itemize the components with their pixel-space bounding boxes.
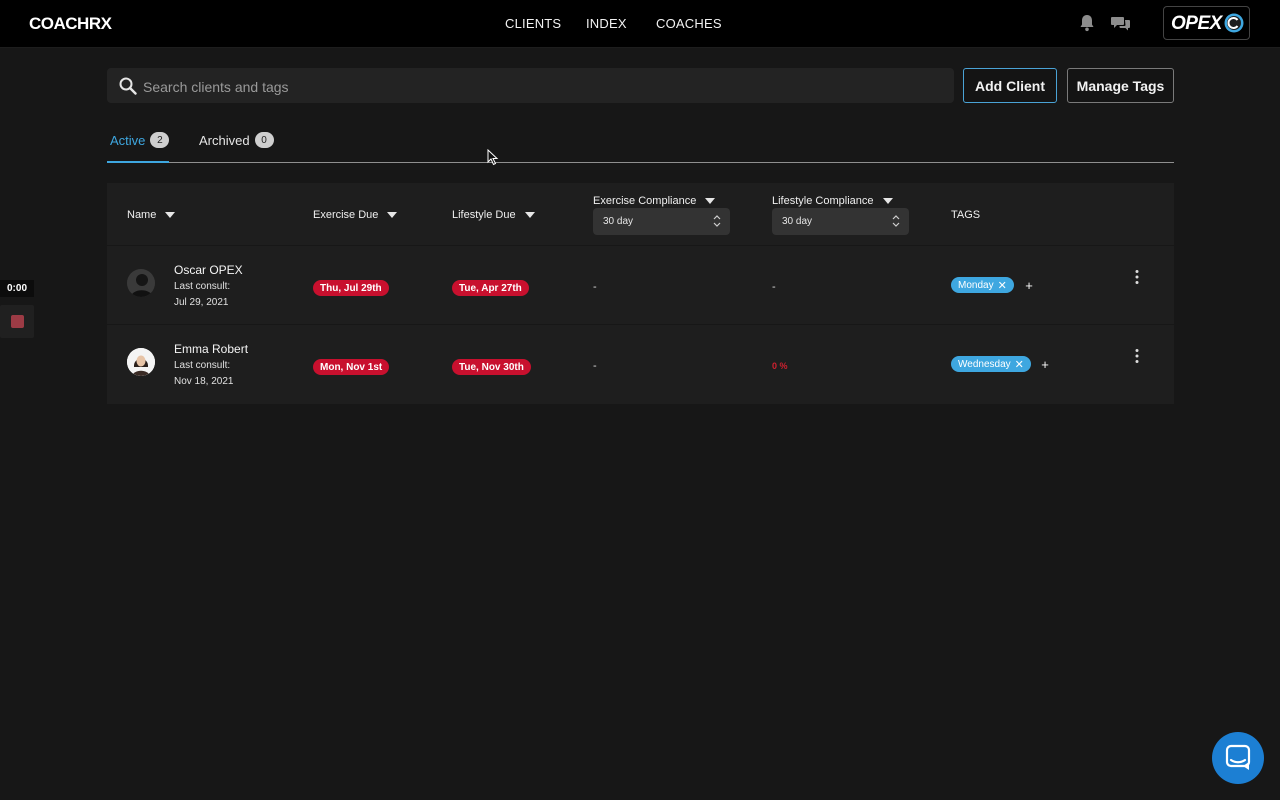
exercise-due-badge[interactable]: Thu, Jul 29th (313, 280, 389, 296)
table-row[interactable]: Oscar OPEX Last consult: Jul 29, 2021 Th… (107, 245, 1174, 324)
column-lifestyle-compliance-header[interactable]: Lifestyle Compliance (772, 195, 893, 207)
client-name[interactable]: Oscar OPEX (174, 263, 243, 277)
last-consult-date: Jul 29, 2021 (174, 297, 229, 308)
exercise-due-badge[interactable]: Mon, Nov 1st (313, 359, 390, 375)
chat-icon (1225, 744, 1251, 770)
client-tag[interactable]: Monday ✕ (951, 277, 1014, 293)
column-name-label: Name (127, 209, 157, 221)
table-header: Name Exercise Due Lifestyle Due Exercise… (107, 183, 1174, 245)
avatar[interactable] (127, 269, 155, 297)
exercise-compliance-period-value: 30 day (603, 216, 634, 227)
column-tags-label: TAGS (951, 209, 981, 221)
nav-index[interactable]: INDEX (586, 16, 627, 31)
column-lifestyle-due-label: Lifestyle Due (452, 209, 516, 221)
avatar-photo (127, 348, 155, 376)
exercise-compliance-value: - (593, 281, 597, 293)
row-menu-icon[interactable] (1133, 269, 1141, 285)
sort-caret-icon (165, 212, 176, 218)
column-lifestyle-compliance-label: Lifestyle Compliance (772, 195, 874, 207)
manage-tags-button[interactable]: Manage Tags (1067, 68, 1174, 103)
tabs-divider (107, 162, 1174, 163)
exercise-compliance-value: - (593, 360, 597, 372)
client-tag[interactable]: Wednesday ✕ (951, 356, 1031, 372)
column-tags-header: TAGS (951, 209, 980, 221)
avatar[interactable] (127, 348, 155, 376)
column-name-header[interactable]: Name (127, 209, 176, 221)
brand-switcher[interactable]: OPEX (1163, 6, 1250, 40)
nav-clients[interactable]: CLIENTS (505, 16, 561, 31)
column-exercise-compliance-label: Exercise Compliance (593, 195, 697, 207)
bell-icon[interactable] (1077, 13, 1097, 33)
remove-tag-icon[interactable]: ✕ (1015, 358, 1024, 371)
tab-archived[interactable]: Archived 0 (199, 132, 274, 148)
clients-table: Name Exercise Due Lifestyle Due Exercise… (107, 183, 1174, 404)
recording-timer: 0:00 (0, 280, 34, 297)
chat-bubbles-icon[interactable] (1111, 13, 1131, 33)
avatar-photo (127, 269, 155, 297)
nav-coaches[interactable]: COACHES (656, 16, 722, 31)
sort-caret-icon (705, 198, 716, 204)
stop-recording-button[interactable] (0, 305, 34, 338)
sort-caret-icon (387, 212, 398, 218)
add-client-button[interactable]: Add Client (963, 68, 1057, 103)
client-name[interactable]: Emma Robert (174, 342, 248, 356)
column-exercise-due-label: Exercise Due (313, 209, 379, 221)
tab-archived-label: Archived (199, 132, 250, 148)
lifestyle-due-badge[interactable]: Tue, Apr 27th (452, 280, 529, 296)
mouse-cursor-icon (487, 149, 499, 166)
lifestyle-compliance-period-value: 30 day (782, 216, 813, 227)
stop-icon (11, 315, 24, 328)
search-bar (107, 68, 954, 105)
add-tag-button[interactable]: + (1035, 356, 1055, 372)
row-menu-icon[interactable] (1133, 348, 1141, 364)
column-lifestyle-due-header[interactable]: Lifestyle Due (452, 209, 535, 221)
updown-chevron-icon (892, 215, 900, 227)
sort-caret-icon (524, 212, 535, 218)
updown-chevron-icon (713, 215, 721, 227)
tab-active-label: Active (110, 132, 146, 148)
search-input[interactable] (141, 68, 925, 105)
search-icon (119, 77, 137, 95)
column-exercise-due-header[interactable]: Exercise Due (313, 209, 398, 221)
client-tag-label: Wednesday (958, 358, 1011, 370)
tab-active-count: 2 (150, 132, 170, 148)
coachrx-badge-icon (1224, 13, 1244, 33)
column-exercise-compliance-header[interactable]: Exercise Compliance (593, 195, 716, 207)
chat-launcher-button[interactable] (1212, 732, 1264, 784)
add-tag-button[interactable]: + (1019, 277, 1039, 293)
table-row[interactable]: Emma Robert Last consult: Nov 18, 2021 M… (107, 324, 1174, 403)
lifestyle-due-badge[interactable]: Tue, Nov 30th (452, 359, 531, 375)
lifestyle-compliance-period-select[interactable]: 30 day (772, 208, 909, 235)
remove-tag-icon[interactable]: ✕ (998, 279, 1007, 292)
sort-caret-icon (882, 198, 893, 204)
opex-logo: OPEX (1171, 13, 1222, 34)
active-tab-indicator (107, 161, 169, 163)
coachrx-logo[interactable]: COACHRX (29, 14, 112, 34)
exercise-compliance-period-select[interactable]: 30 day (593, 208, 730, 235)
lifestyle-compliance-value: - (772, 281, 776, 293)
tab-archived-count: 0 (254, 132, 274, 148)
last-consult-date: Nov 18, 2021 (174, 376, 234, 387)
lifestyle-compliance-value: 0 % (772, 361, 788, 371)
tab-active[interactable]: Active 2 (110, 132, 170, 148)
client-tag-label: Monday (958, 279, 994, 291)
top-navbar: COACHRX CLIENTS INDEX COACHES OPEX (0, 0, 1280, 48)
